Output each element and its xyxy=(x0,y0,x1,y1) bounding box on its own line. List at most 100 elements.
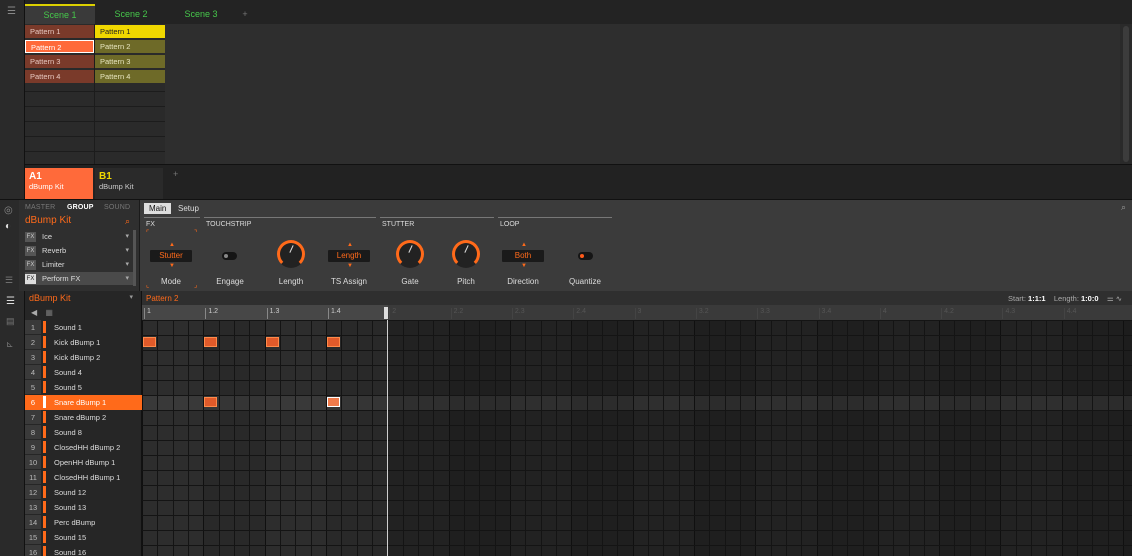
target-icon[interactable]: ◎ xyxy=(4,205,13,216)
timeline-ruler[interactable]: 1 1.2 1.3 1.4 2 2.2 2.3 2.4 3 3.2 3.3 3.4 4 4.2 4.3 4.4 xyxy=(142,305,1132,320)
sound-slot[interactable]: 4 Sound 4 xyxy=(25,365,142,380)
add-group-button[interactable]: + xyxy=(173,169,178,179)
scene-tab-2[interactable]: Scene 2 xyxy=(97,4,165,24)
sound-slot[interactable]: 14 Perc dBump xyxy=(25,515,142,530)
loop-end-marker[interactable] xyxy=(384,307,388,319)
gate-knob[interactable] xyxy=(396,240,424,268)
step-grid[interactable] xyxy=(142,320,1132,556)
fx-badge: FX xyxy=(25,274,36,285)
direction-selector[interactable]: Both xyxy=(502,250,544,262)
engage-toggle[interactable] xyxy=(222,252,237,260)
sound-slot[interactable]: 15 Sound 15 xyxy=(25,530,142,545)
length-value[interactable]: 1:0:0 xyxy=(1081,294,1099,303)
dropdown-arrow-icon[interactable]: ▾ xyxy=(125,258,129,271)
tab-master[interactable]: MASTER xyxy=(25,204,55,211)
plugin-slot-1[interactable]: FX Ice ▾ xyxy=(25,230,133,243)
grid-view-icon[interactable]: ▤ xyxy=(6,316,15,327)
list-view-icon[interactable]: ☰ xyxy=(6,296,15,307)
mode-selector[interactable]: Stutter xyxy=(150,250,192,262)
pattern-cell[interactable]: Pattern 1 xyxy=(25,25,94,38)
sound-slot[interactable]: 9 ClosedHH dBump 2 xyxy=(25,440,142,455)
sound-slot[interactable]: 8 Sound 8 xyxy=(25,425,142,440)
note-event[interactable] xyxy=(266,337,279,347)
envelope-icon[interactable]: ⊾ xyxy=(6,339,14,350)
sound-slot[interactable]: 3 Kick dBump 2 xyxy=(25,350,142,365)
sound-slot[interactable]: 2 Kick dBump 1 xyxy=(25,335,142,350)
ts-assign-selector[interactable]: Length xyxy=(328,250,370,262)
scene-empty-area[interactable] xyxy=(165,24,1120,164)
note-event[interactable] xyxy=(204,397,217,407)
ruler-tick: 4.2 xyxy=(941,308,954,319)
pattern-cell[interactable]: Pattern 2 xyxy=(95,40,165,53)
decrement-arrow-icon[interactable]: ▼ xyxy=(347,263,353,269)
pattern-cell[interactable]: Pattern 1 xyxy=(95,25,165,38)
plugin-slot-2[interactable]: FX Reverb ▾ xyxy=(25,244,133,257)
sound-slot[interactable]: 6 Snare dBump 1 xyxy=(25,395,142,410)
plugin-list-scrollbar[interactable] xyxy=(133,230,136,286)
plugin-name: Ice xyxy=(42,232,53,241)
plugin-name: Reverb xyxy=(42,246,67,255)
pattern-cell[interactable]: Pattern 3 xyxy=(25,55,94,68)
add-scene-button[interactable]: + xyxy=(235,4,255,24)
quantize-toggle[interactable] xyxy=(578,252,593,260)
plugin-slot-4[interactable]: FX Perform FX ▾ xyxy=(25,272,133,285)
length-knob[interactable] xyxy=(277,240,305,268)
note-event[interactable] xyxy=(327,337,340,347)
sound-list: dBump Kit ▾ ◀ ▦ 1 Sound 1 2 Kick dBump 1 3 Ki… xyxy=(25,291,142,556)
sound-slot[interactable]: 11 ClosedHH dBump 1 xyxy=(25,470,142,485)
plug-icon[interactable]: ◐ xyxy=(5,221,11,232)
section-stutter: STUTTER xyxy=(382,221,415,228)
decrement-arrow-icon[interactable]: ▼ xyxy=(521,263,527,269)
pattern-name[interactable]: Pattern 2 xyxy=(146,294,178,303)
menu-icon[interactable]: ☰ xyxy=(7,6,16,17)
tab-group[interactable]: GROUP xyxy=(67,204,94,211)
pattern-cell[interactable]: Pattern 3 xyxy=(95,55,165,68)
speaker-icon[interactable]: ◀ xyxy=(31,308,37,317)
kit-selector[interactable]: dBump Kit ▾ xyxy=(25,291,142,305)
list-icon[interactable]: ☰ xyxy=(5,275,13,286)
tab-sound[interactable]: SOUND xyxy=(104,204,130,211)
sound-name: Sound 13 xyxy=(54,503,87,512)
increment-arrow-icon[interactable]: ▲ xyxy=(347,242,353,248)
group-slot-b1[interactable]: B1 dBump Kit xyxy=(95,168,163,199)
dropdown-arrow-icon[interactable]: ▾ xyxy=(125,230,129,243)
sound-number: 6 xyxy=(25,395,41,409)
color-bar xyxy=(43,441,46,453)
sound-slot[interactable]: 12 Sound 12 xyxy=(25,485,142,500)
search-icon[interactable]: ⌕ xyxy=(125,216,130,227)
sound-slot[interactable]: 5 Sound 5 xyxy=(25,380,142,395)
pitch-knob[interactable] xyxy=(452,240,480,268)
increment-arrow-icon[interactable]: ▲ xyxy=(169,242,175,248)
dropdown-arrow-icon[interactable]: ▾ xyxy=(125,272,129,285)
note-event[interactable] xyxy=(204,337,217,347)
note-event[interactable] xyxy=(327,397,340,407)
sound-slot[interactable]: 16 Sound 16 xyxy=(25,545,142,556)
waveform-icon[interactable]: ∿ xyxy=(1116,294,1122,303)
pattern-cell[interactable]: Pattern 4 xyxy=(25,70,94,83)
pattern-cell[interactable]: Pattern 4 xyxy=(95,70,165,83)
dropdown-arrow-icon[interactable]: ▾ xyxy=(129,291,133,305)
sound-slot[interactable]: 7 Snare dBump 2 xyxy=(25,410,142,425)
group-slot-a1[interactable]: A1 dBump Kit xyxy=(25,168,93,199)
tab-main[interactable]: Main xyxy=(144,203,172,214)
sound-slot[interactable]: 13 Sound 13 xyxy=(25,500,142,515)
sound-slot[interactable]: 1 Sound 1 xyxy=(25,320,142,335)
color-bar xyxy=(43,321,46,333)
tab-setup[interactable]: Setup xyxy=(173,203,204,214)
search-icon[interactable]: ⌕ xyxy=(1121,202,1126,213)
sound-slot[interactable]: 10 OpenHH dBump 1 xyxy=(25,455,142,470)
keyboard-icon[interactable]: ▦ xyxy=(45,308,53,317)
start-value[interactable]: 1:1:1 xyxy=(1028,294,1046,303)
note-event[interactable] xyxy=(143,337,156,347)
ruler-tick: 3.2 xyxy=(695,308,709,319)
scene-tab-1[interactable]: Scene 1 xyxy=(25,4,95,24)
dropdown-arrow-icon[interactable]: ▾ xyxy=(125,244,129,257)
group-name: dBump Kit xyxy=(99,182,134,191)
arranger-scrollbar[interactable] xyxy=(1123,26,1129,162)
pattern-cell[interactable]: Pattern 2 xyxy=(25,40,94,53)
settings-icon[interactable]: ⚌ xyxy=(1107,294,1114,303)
decrement-arrow-icon[interactable]: ▼ xyxy=(169,263,175,269)
increment-arrow-icon[interactable]: ▲ xyxy=(521,242,527,248)
plugin-slot-3[interactable]: FX Limiter ▾ xyxy=(25,258,133,271)
scene-tab-3[interactable]: Scene 3 xyxy=(167,4,235,24)
